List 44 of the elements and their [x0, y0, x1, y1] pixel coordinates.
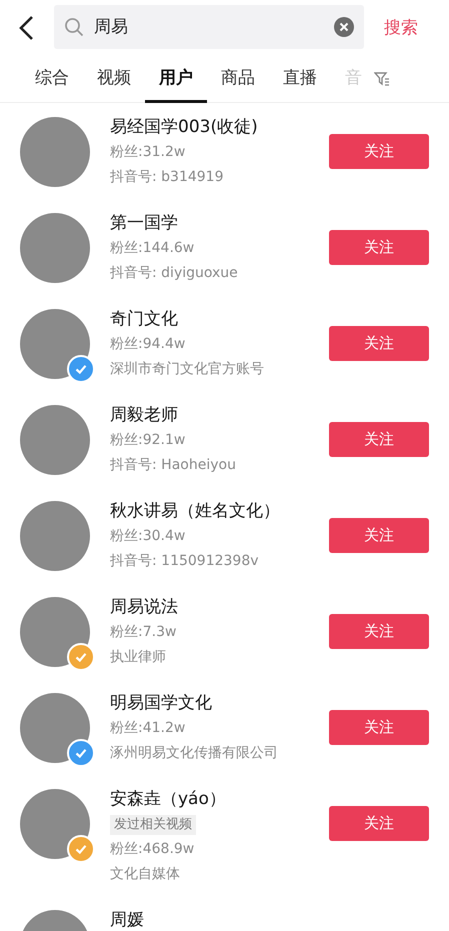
- follow-button[interactable]: 关注: [329, 710, 429, 745]
- user-name: 第一国学: [110, 212, 178, 235]
- follow-button[interactable]: 关注: [329, 230, 429, 265]
- follow-button[interactable]: 关注: [329, 422, 429, 457]
- search-button[interactable]: 搜索: [384, 16, 418, 39]
- filter-icon[interactable]: [374, 70, 390, 86]
- follower-count: 粉丝:7.3w: [110, 623, 176, 642]
- user-name: 周毅老师: [110, 404, 178, 427]
- tab[interactable]: 直播: [269, 55, 331, 103]
- follow-button[interactable]: 关注: [329, 518, 429, 553]
- follower-count: 粉丝:144.6w: [110, 239, 194, 258]
- follower-count: 粉丝:468.9w: [110, 840, 194, 859]
- user-info: 抖音号: Haoheiyou: [110, 456, 236, 475]
- related-video-tag: 发过相关视频: [110, 815, 196, 835]
- tab[interactable]: 视频: [83, 55, 145, 103]
- clear-icon[interactable]: [334, 16, 354, 36]
- tab[interactable]: 用户: [145, 55, 207, 103]
- user-info: 抖音号: diyiguoxue: [110, 264, 238, 283]
- follow-button[interactable]: 关注: [329, 134, 429, 169]
- follower-count: 粉丝:92.1w: [110, 431, 186, 450]
- follow-button[interactable]: 关注: [329, 614, 429, 649]
- user-name: 周媛: [110, 909, 144, 931]
- user-info: 涿州明易文化传播有限公司: [110, 744, 278, 763]
- user-info: 文化自媒体: [110, 865, 180, 884]
- user-info: 抖音号: 1150912398v: [110, 552, 259, 571]
- follow-button[interactable]: 关注: [329, 806, 429, 841]
- tab[interactable]: 商品: [207, 55, 269, 103]
- user-name: 易经国学003(收徒): [110, 116, 258, 139]
- tab[interactable]: 综合: [21, 55, 83, 103]
- user-info: 执业律师: [110, 648, 166, 667]
- follower-count: 粉丝:30.4w: [110, 527, 186, 546]
- search-field[interactable]: 周易: [54, 4, 364, 48]
- follower-count: 粉丝:31.2w: [110, 143, 186, 162]
- follow-button[interactable]: 关注: [329, 326, 429, 361]
- search-icon: [64, 16, 84, 36]
- user-name: 明易国学文化: [110, 692, 212, 715]
- follower-count: 粉丝:94.4w: [110, 335, 186, 354]
- user-info: 抖音号: b314919: [110, 168, 224, 187]
- user-info: 深圳市奇门文化官方账号: [110, 360, 264, 379]
- user-name: 周易说法: [110, 596, 178, 619]
- user-name: 秋水讲易（姓名文化）: [110, 500, 280, 523]
- user-name: 奇门文化: [110, 308, 178, 331]
- user-name: 安森垚（yáo）: [110, 788, 226, 811]
- follower-count: 粉丝:41.2w: [110, 719, 186, 738]
